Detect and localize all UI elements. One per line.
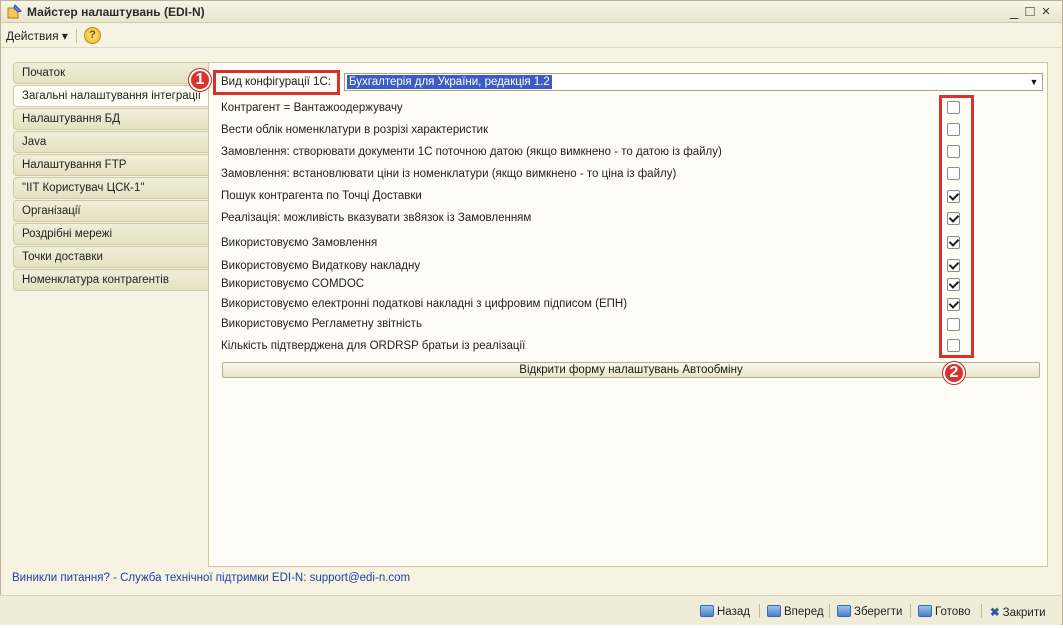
marker-2: 2 <box>943 362 965 384</box>
help-icon[interactable]: ? <box>84 27 101 44</box>
wizard-window: Майстер налаштувань (EDI-N) _ □ × Действия… <box>0 0 1063 625</box>
toolbar-separator <box>759 604 760 618</box>
option-label: Пошук контрагента по Точці Доставки <box>221 190 422 202</box>
option-label: Використовуємо Замовлення <box>221 237 378 249</box>
menu-bar: Действия ▾ ? <box>1 24 1062 48</box>
window-title: Майстер налаштувань (EDI-N) <box>27 5 205 19</box>
done-button[interactable]: Готово <box>918 605 971 618</box>
close-icon: ✖ <box>990 607 1000 619</box>
close-button[interactable]: ✖ Закрити <box>990 605 1046 619</box>
wizard-app-icon <box>7 4 22 19</box>
config-type-label: Вид конфігурації 1С: <box>221 76 331 88</box>
option-label: Використовуємо COMDOC <box>221 278 365 290</box>
tab-start[interactable]: Початок <box>13 62 209 84</box>
marker-1: 1 <box>189 69 211 91</box>
back-button[interactable]: Назад <box>700 605 750 618</box>
save-label: Зберегти <box>854 606 903 618</box>
option-label: Вести облік номенклатури в розрізі харак… <box>221 124 489 136</box>
tab-general-settings[interactable]: Загальні налаштування інтеграції <box>13 85 213 107</box>
toolbar-separator <box>829 604 830 618</box>
maximize-button[interactable]: □ <box>1024 3 1040 20</box>
option-checkbox[interactable] <box>947 298 960 311</box>
option-checkbox[interactable] <box>947 101 960 114</box>
option-checkbox[interactable] <box>947 318 960 331</box>
option-checkbox[interactable] <box>947 167 960 180</box>
actions-menu[interactable]: Действия ▾ <box>6 29 68 43</box>
save-disk-icon <box>837 605 851 617</box>
option-label: Замовлення: створювати документи 1С пото… <box>221 146 722 158</box>
tab-organizations[interactable]: Організації <box>13 200 209 222</box>
window-controls: _ □ × <box>1008 3 1056 20</box>
option-checkbox[interactable] <box>947 145 960 158</box>
option-checkbox[interactable] <box>947 212 960 225</box>
config-type-value: Бухгалтерія для України, редакція 1.2 <box>347 75 552 89</box>
option-label: Реалізація: можливість вказувати зв8язок… <box>221 212 532 224</box>
tab-ftp[interactable]: Налаштування FTP <box>13 154 209 176</box>
tab-database[interactable]: Налаштування БД <box>13 108 209 130</box>
settings-panel <box>208 62 1048 567</box>
option-label: Замовлення: встановлювати ціни із номенк… <box>221 168 677 180</box>
minimize-button[interactable]: _ <box>1008 3 1024 20</box>
save-button[interactable]: Зберегти <box>837 605 902 618</box>
done-label: Готово <box>935 606 971 618</box>
option-checkbox[interactable] <box>947 278 960 291</box>
tab-java[interactable]: Java <box>13 131 209 153</box>
option-checkbox[interactable] <box>947 339 960 352</box>
tab-iit-user[interactable]: "IIT Користувач ЦСК-1" <box>13 177 209 199</box>
option-label: Використовуємо Видаткову накладну <box>221 260 421 272</box>
forward-label: Вперед <box>784 606 824 618</box>
support-link[interactable]: Виникли питання? - Служба технічної підт… <box>12 572 410 584</box>
forward-arrow-icon <box>767 605 781 617</box>
option-checkbox[interactable] <box>947 123 960 136</box>
back-label: Назад <box>717 606 750 618</box>
option-label: Використовуємо Регламетну звітність <box>221 318 422 330</box>
back-arrow-icon <box>700 605 714 617</box>
option-label: Використовуємо електронні податкові накл… <box>221 298 628 310</box>
close-label: Закрити <box>1002 607 1046 619</box>
chevron-down-icon[interactable]: ▼ <box>1027 75 1041 89</box>
menu-separator <box>76 29 77 43</box>
forward-button[interactable]: Вперед <box>767 605 824 618</box>
toolbar-separator <box>910 604 911 618</box>
tab-counterparty-nomenclature[interactable]: Номенклатура контрагентів <box>13 269 209 291</box>
title-bar: Майстер налаштувань (EDI-N) _ □ × <box>1 1 1062 23</box>
open-autoexchange-settings-button[interactable]: Відкрити форму налаштувань Автообміну <box>222 362 1040 378</box>
option-label: Кількість підтверджена для ORDRSP братьи… <box>221 340 526 352</box>
option-checkbox[interactable] <box>947 236 960 249</box>
option-label: Контрагент = Вантажоодержувачу <box>221 102 403 114</box>
config-type-select[interactable]: Бухгалтерія для України, редакція 1.2 ▼ <box>344 73 1043 91</box>
toolbar-separator <box>981 604 982 618</box>
done-disk-icon <box>918 605 932 617</box>
bottom-toolbar: Назад Вперед Зберегти Готово ✖ Закрити <box>0 595 1061 625</box>
tab-list: Початок Загальні налаштування інтеграції… <box>13 62 213 292</box>
option-checkbox[interactable] <box>947 190 960 203</box>
option-checkbox[interactable] <box>947 259 960 272</box>
tab-retail-networks[interactable]: Роздрібні мережі <box>13 223 209 245</box>
tab-delivery-points[interactable]: Точки доставки <box>13 246 209 268</box>
close-window-button[interactable]: × <box>1040 3 1056 20</box>
